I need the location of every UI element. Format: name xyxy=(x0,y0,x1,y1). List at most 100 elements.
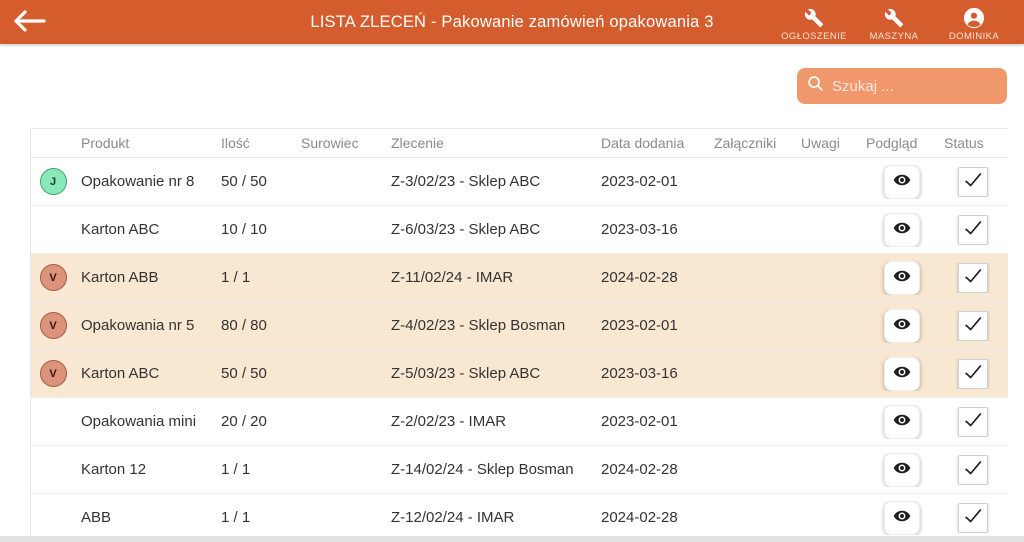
date-added: 2023-02-01 xyxy=(601,317,714,334)
table-row[interactable]: V Opakowania nr 5 80 / 80 Z-4/02/23 - Sk… xyxy=(31,302,1008,350)
eye-icon xyxy=(893,315,911,336)
order-label: Z-5/03/23 - Sklep ABC xyxy=(391,365,601,382)
date-added: 2023-02-01 xyxy=(601,173,714,190)
quantity: 50 / 50 xyxy=(221,365,301,382)
wrench-icon xyxy=(884,7,904,29)
quantity: 1 / 1 xyxy=(221,509,301,526)
order-label: Z-6/03/23 - Sklep ABC xyxy=(391,221,601,238)
preview-button[interactable] xyxy=(884,453,920,487)
col-data-dodania: Data dodania xyxy=(601,135,714,151)
app-bar: LISTA ZLECEŃ - Pakowanie zamówień opakow… xyxy=(0,0,1024,44)
quantity: 50 / 50 xyxy=(221,173,301,190)
table-row[interactable]: Karton 12 1 / 1 Z-14/02/24 - Sklep Bosma… xyxy=(31,446,1008,494)
worker-badge: J xyxy=(40,168,67,195)
check-icon xyxy=(962,313,984,338)
check-icon xyxy=(962,217,984,242)
status-checkbox[interactable] xyxy=(958,503,988,533)
product-name: Karton 12 xyxy=(81,461,221,478)
eye-icon xyxy=(893,411,911,432)
table-row[interactable]: V Karton ABB 1 / 1 Z-11/02/24 - IMAR 202… xyxy=(31,254,1008,302)
horizontal-scrollbar[interactable] xyxy=(0,536,1024,542)
check-icon xyxy=(962,265,984,290)
preview-button[interactable] xyxy=(884,165,920,199)
col-ilosc: Ilość xyxy=(221,135,301,151)
worker-badge: V xyxy=(40,360,67,387)
col-zalaczniki: Załączniki xyxy=(714,135,801,151)
check-icon xyxy=(962,361,984,386)
announcement-label: OGŁOSZENIE xyxy=(781,31,847,42)
worker-badge: V xyxy=(40,312,67,339)
worker-badge: V xyxy=(40,264,67,291)
date-added: 2023-03-16 xyxy=(601,221,714,238)
product-name: Opakowania mini xyxy=(81,413,221,430)
eye-icon xyxy=(893,171,911,192)
status-checkbox[interactable] xyxy=(958,167,988,197)
search-input[interactable] xyxy=(832,78,1024,95)
order-label: Z-2/02/23 - IMAR xyxy=(391,413,601,430)
quantity: 20 / 20 xyxy=(221,413,301,430)
back-button[interactable] xyxy=(0,0,60,44)
status-checkbox[interactable] xyxy=(958,359,988,389)
col-podglad: Podgląd xyxy=(866,135,944,151)
orders-table: Produkt Ilość Surowiec Zlecenie Data dod… xyxy=(30,128,1008,542)
date-added: 2024-02-28 xyxy=(601,269,714,286)
table-row[interactable]: Karton ABC 10 / 10 Z-6/03/23 - Sklep ABC… xyxy=(31,206,1008,254)
status-checkbox[interactable] xyxy=(958,455,988,485)
eye-icon xyxy=(893,267,911,288)
preview-button[interactable] xyxy=(884,213,920,247)
user-label: DOMINIKA xyxy=(949,31,999,42)
quantity: 1 / 1 xyxy=(221,269,301,286)
preview-button[interactable] xyxy=(884,309,920,343)
order-label: Z-3/02/23 - Sklep ABC xyxy=(391,173,601,190)
status-checkbox[interactable] xyxy=(958,407,988,437)
check-icon xyxy=(962,169,984,194)
avatar-icon xyxy=(963,7,985,29)
machine-label: MASZYNA xyxy=(870,31,919,42)
product-name: Karton ABC xyxy=(81,221,221,238)
preview-button[interactable] xyxy=(884,261,920,295)
date-added: 2024-02-28 xyxy=(601,509,714,526)
user-button[interactable]: DOMINIKA xyxy=(938,2,1010,42)
product-name: Karton ABC xyxy=(81,365,221,382)
order-label: Z-12/02/24 - IMAR xyxy=(391,509,601,526)
col-zlecenie: Zlecenie xyxy=(391,135,601,151)
preview-button[interactable] xyxy=(884,357,920,391)
appbar-actions: OGŁOSZENIE MASZYNA DOMINIKA xyxy=(778,2,1024,42)
col-uwagi: Uwagi xyxy=(801,135,866,151)
col-surowiec: Surowiec xyxy=(301,135,391,151)
status-checkbox[interactable] xyxy=(958,263,988,293)
date-added: 2024-02-28 xyxy=(601,461,714,478)
eye-icon xyxy=(893,363,911,384)
table-row[interactable]: J Opakowanie nr 8 50 / 50 Z-3/02/23 - Sk… xyxy=(31,158,1008,206)
date-added: 2023-02-01 xyxy=(601,413,714,430)
table-row[interactable]: ABB 1 / 1 Z-12/02/24 - IMAR 2024-02-28 xyxy=(31,494,1008,542)
date-added: 2023-03-16 xyxy=(601,365,714,382)
preview-button[interactable] xyxy=(884,501,920,535)
product-name: Opakowanie nr 8 xyxy=(81,173,221,190)
eye-icon xyxy=(893,507,911,528)
machine-button[interactable]: MASZYNA xyxy=(858,2,930,42)
preview-button[interactable] xyxy=(884,405,920,439)
status-checkbox[interactable] xyxy=(958,215,988,245)
status-checkbox[interactable] xyxy=(958,311,988,341)
search-row xyxy=(0,44,1024,104)
search-box[interactable] xyxy=(797,68,1007,104)
eye-icon xyxy=(893,459,911,480)
table-body: J Opakowanie nr 8 50 / 50 Z-3/02/23 - Sk… xyxy=(31,158,1008,542)
quantity: 10 / 10 xyxy=(221,221,301,238)
order-label: Z-11/02/24 - IMAR xyxy=(391,269,601,286)
check-icon xyxy=(962,505,984,530)
product-name: Karton ABB xyxy=(81,269,221,286)
table-row[interactable]: Opakowania mini 20 / 20 Z-2/02/23 - IMAR… xyxy=(31,398,1008,446)
check-icon xyxy=(962,457,984,482)
order-label: Z-14/02/24 - Sklep Bosman xyxy=(391,461,601,478)
product-name: Opakowania nr 5 xyxy=(81,317,221,334)
search-icon xyxy=(807,75,824,97)
col-produkt: Produkt xyxy=(81,135,221,151)
table-row[interactable]: V Karton ABC 50 / 50 Z-5/03/23 - Sklep A… xyxy=(31,350,1008,398)
announcement-button[interactable]: OGŁOSZENIE xyxy=(778,2,850,42)
wrench-icon xyxy=(804,7,824,29)
eye-icon xyxy=(893,219,911,240)
col-status: Status xyxy=(944,135,1008,151)
order-label: Z-4/02/23 - Sklep Bosman xyxy=(391,317,601,334)
